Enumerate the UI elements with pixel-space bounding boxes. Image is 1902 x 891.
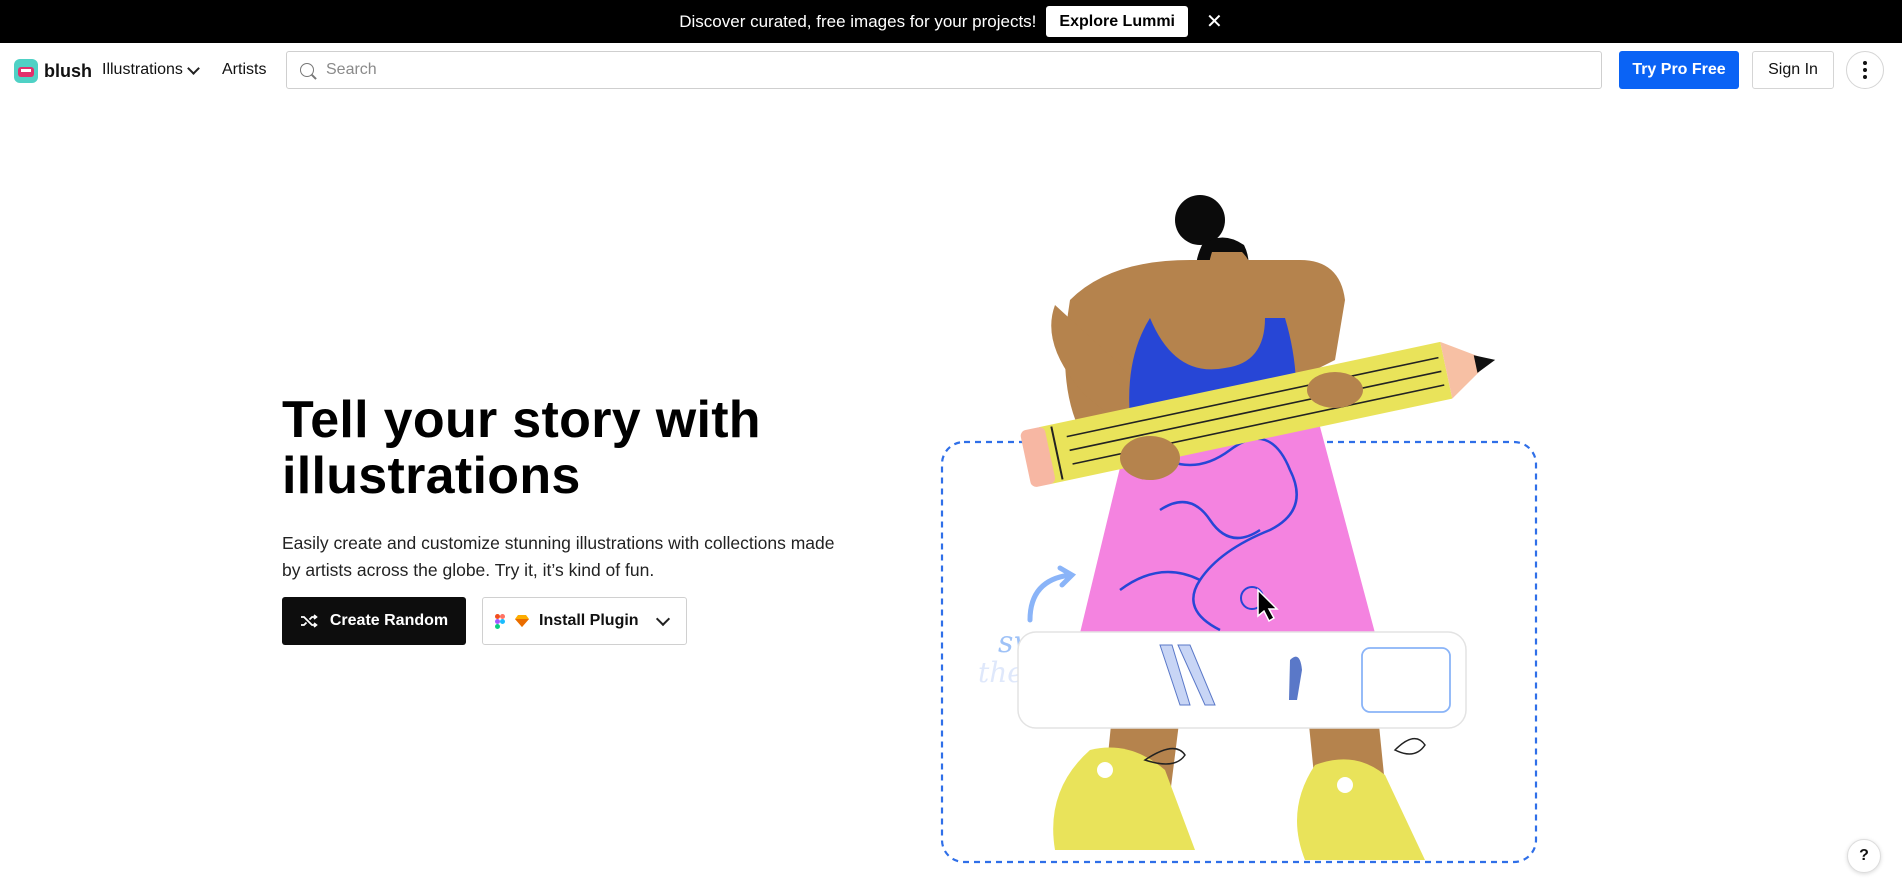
sign-in-button[interactable]: Sign In: [1752, 51, 1834, 89]
nav-artists-link[interactable]: Artists: [222, 61, 266, 79]
logo-text: blush: [44, 60, 92, 81]
install-plugin-button[interactable]: Install Plugin: [482, 597, 687, 645]
search-icon: [300, 63, 314, 77]
announcement-text: Discover curated, free images for your p…: [679, 11, 1037, 31]
top-nav: blush Illustrations Artists Try Pro Free…: [0, 43, 1902, 98]
hero-title: Tell your story with illustrations: [282, 391, 761, 505]
nav-illustrations-menu[interactable]: Illustrations: [102, 61, 200, 79]
create-random-button[interactable]: Create Random: [282, 597, 466, 645]
logo[interactable]: blush: [14, 59, 92, 83]
close-icon[interactable]: ✕: [1206, 12, 1223, 32]
search-box[interactable]: [286, 51, 1602, 89]
chevron-down-icon: [187, 61, 200, 75]
hero-illustration: swap the: [940, 195, 1538, 864]
explore-lummi-button[interactable]: Explore Lummi: [1046, 6, 1188, 37]
shuffle-icon: [300, 614, 318, 628]
hero-subtitle: Easily create and customize stunning ill…: [282, 533, 835, 580]
install-plugin-label: Install Plugin: [539, 612, 639, 629]
the-text: the: [978, 656, 1024, 689]
sketch-icon: [515, 615, 529, 627]
nav-artists-label: Artists: [222, 61, 267, 78]
blush-logo-icon: [14, 59, 38, 83]
try-pro-free-button[interactable]: Try Pro Free: [1619, 51, 1739, 89]
figma-icon: [495, 613, 505, 629]
more-vertical-icon[interactable]: [1846, 51, 1884, 89]
create-random-label: Create Random: [329, 612, 449, 629]
chevron-down-icon: [655, 611, 671, 626]
search-input[interactable]: [324, 60, 1528, 80]
nav-illustrations-label: Illustrations: [102, 61, 183, 78]
announcement-bar: Discover curated, free images for your p…: [0, 0, 1902, 43]
help-button[interactable]: ?: [1847, 839, 1881, 873]
